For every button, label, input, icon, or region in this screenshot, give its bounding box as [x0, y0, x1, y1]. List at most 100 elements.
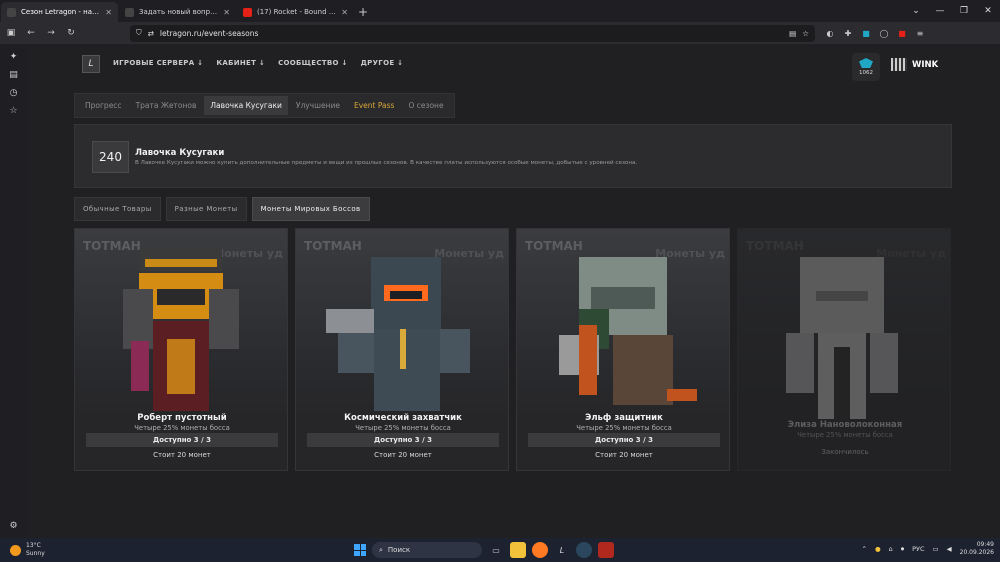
- card-title: Эльф защитник: [585, 413, 663, 423]
- card-bg-text: ТОТМАН: [304, 239, 362, 253]
- card-bg-text: Монеты уд: [213, 247, 283, 260]
- clock[interactable]: 09:49 20.09.2026: [960, 541, 994, 557]
- synced-tabs-icon[interactable]: ▤: [7, 68, 20, 81]
- tab-various-coins[interactable]: Разные Монеты: [165, 197, 247, 221]
- card-title: Космический захватчик: [344, 413, 462, 423]
- letragon-launcher-icon[interactable]: L: [554, 542, 570, 558]
- dota-icon[interactable]: [598, 542, 614, 558]
- weather-desc: Sunny: [26, 550, 45, 557]
- minimize-icon[interactable]: —: [928, 0, 952, 22]
- browser-tab[interactable]: Задать новый вопрос - Letrag ✕: [119, 2, 236, 22]
- clock-time: 09:49: [976, 541, 994, 548]
- account-icon[interactable]: ◯: [877, 26, 891, 40]
- tray-app-icon[interactable]: ●: [875, 545, 881, 553]
- file-explorer-icon[interactable]: [510, 542, 526, 558]
- firefox-icon[interactable]: [532, 542, 548, 558]
- card-bg-text: ТОТМАН: [746, 239, 804, 253]
- network-icon[interactable]: ▭: [932, 545, 938, 553]
- history-icon[interactable]: ◷: [7, 86, 20, 99]
- season-tabs: Прогресс Трата Жетонов Лавочка Кусугаки …: [74, 93, 455, 118]
- shop-card[interactable]: ТОТМАН Монеты уд Эльф защитник Четыре 25…: [516, 228, 730, 471]
- browser-toolbar: ▣ ← → ↻ ⛉ ⇄ letragon.ru/event-seasons ▤ …: [0, 22, 1000, 44]
- tab-world-boss-coins[interactable]: Монеты Мировых Боссов: [251, 197, 370, 221]
- browser-tab[interactable]: Сезон Letragon - награды за э ✕: [1, 2, 118, 22]
- tab-about-season[interactable]: О сезоне: [402, 96, 449, 115]
- token-count: 240: [92, 141, 129, 173]
- browser-tab-title: Сезон Letragon - награды за э: [21, 8, 101, 16]
- extensions-icon[interactable]: ✚: [841, 26, 855, 40]
- card-subtitle: Четыре 25% монеты босса: [576, 424, 672, 432]
- letragon-favicon: [125, 7, 134, 17]
- tab-event-pass[interactable]: Event Pass: [348, 96, 400, 115]
- task-view-icon[interactable]: ▭: [488, 542, 504, 558]
- card-title: Элиза Нановолоконная: [787, 420, 903, 430]
- taskbar-search[interactable]: ⌕ Поиск: [372, 542, 482, 558]
- nav-other[interactable]: ДРУГОЕ ↓: [361, 59, 404, 67]
- coins-badge[interactable]: 1062: [852, 53, 880, 81]
- url-text[interactable]: letragon.ru/event-seasons: [160, 29, 783, 38]
- shield-icon[interactable]: ⛉: [136, 28, 142, 38]
- browser-tab[interactable]: (17) Rocket - Bound Thug ( ✕: [237, 2, 354, 22]
- card-price: Стоит 20 монет: [153, 451, 211, 459]
- close-icon[interactable]: ✕: [105, 8, 112, 17]
- character-skin-image: ТОТМАН Монеты уд: [75, 229, 287, 419]
- letragon-favicon: [7, 7, 16, 17]
- weather-widget[interactable]: 13°C Sunny: [10, 542, 45, 558]
- bookmark-star-icon[interactable]: ☆: [802, 29, 809, 38]
- user-menu[interactable]: WINK: [891, 58, 938, 71]
- tab-list-chevron-icon[interactable]: ⌄: [904, 0, 928, 22]
- tab-progress[interactable]: Прогресс: [79, 96, 128, 115]
- back-arrow-icon[interactable]: ←: [22, 24, 40, 42]
- browser-tab-title: Задать новый вопрос - Letrag: [139, 8, 219, 16]
- card-title: Роберт пустотный: [137, 413, 227, 423]
- microphone-icon[interactable]: ⏺: [901, 545, 904, 554]
- character-skin-image: ТОТМАН Монеты уд: [738, 229, 950, 419]
- tab-kusugaki-shop[interactable]: Лавочка Кусугаки: [204, 96, 288, 115]
- tab-regular-items[interactable]: Обычные Товары: [74, 197, 161, 221]
- card-price: Стоит 20 монет: [374, 451, 432, 459]
- tab-upgrade[interactable]: Улучшение: [290, 96, 346, 115]
- site-settings-icon[interactable]: ⇄: [148, 29, 154, 38]
- pocket-icon[interactable]: ◐: [823, 26, 837, 40]
- menu-icon[interactable]: ≡: [913, 26, 927, 40]
- forward-arrow-icon[interactable]: →: [42, 24, 60, 42]
- site-logo[interactable]: L: [82, 55, 100, 73]
- youtube-favicon: [243, 7, 252, 17]
- address-bar[interactable]: ⛉ ⇄ letragon.ru/event-seasons ▤ ☆: [130, 24, 815, 42]
- reload-icon[interactable]: ↻: [62, 24, 80, 42]
- card-subtitle: Четыре 25% монеты босса: [355, 424, 451, 432]
- tab-token-spending[interactable]: Трата Жетонов: [130, 96, 203, 115]
- browser-sidebar: ✦ ▤ ◷ ☆ ⚙: [0, 44, 27, 538]
- nav-community[interactable]: СООБЩЕСТВО ↓: [278, 59, 348, 67]
- bookmarks-icon[interactable]: ☆: [7, 104, 20, 117]
- ai-chat-icon[interactable]: ✦: [7, 50, 20, 63]
- close-icon[interactable]: ✕: [223, 8, 230, 17]
- shop-card[interactable]: ТОТМАН Монеты уд Космический захватчик Ч…: [295, 228, 509, 471]
- extension-icon[interactable]: ■: [859, 26, 873, 40]
- shop-card[interactable]: ТОТМАН Монеты уд Роберт пустотный Четыре…: [74, 228, 288, 471]
- taskbar-apps: ⌕ Поиск ▭ L: [354, 542, 614, 558]
- tray-chevron-icon[interactable]: ⌃: [862, 545, 867, 553]
- browser-tab-title: (17) Rocket - Bound Thug (: [257, 8, 336, 16]
- card-bg-text: Монеты уд: [876, 247, 946, 260]
- settings-gear-icon[interactable]: ⚙: [7, 519, 20, 532]
- input-language[interactable]: РУС: [912, 545, 924, 553]
- youtube-extension-icon[interactable]: ■: [895, 26, 909, 40]
- reader-mode-icon[interactable]: ▤: [789, 29, 796, 38]
- steam-icon[interactable]: [576, 542, 592, 558]
- nav-cabinet[interactable]: КАБИНЕТ ↓: [216, 59, 265, 67]
- maximize-icon[interactable]: ❐: [952, 0, 976, 22]
- character-skin-image: ТОТМАН Монеты уд: [296, 229, 508, 419]
- close-icon[interactable]: ✕: [341, 8, 348, 17]
- sidebar-toggle-icon[interactable]: ▣: [2, 24, 20, 42]
- windows-start-icon[interactable]: [354, 544, 366, 556]
- page-content: L ИГРОВЫЕ СЕРВЕРА ↓ КАБИНЕТ ↓ СООБЩЕСТВО…: [27, 44, 1000, 538]
- weather-temp: 13°C: [26, 542, 41, 549]
- close-window-icon[interactable]: ✕: [976, 0, 1000, 22]
- new-tab-button[interactable]: +: [354, 2, 372, 22]
- card-bg-text: ТОТМАН: [525, 239, 583, 253]
- shop-title: Лавочка Кусугаки: [135, 148, 225, 158]
- volume-icon[interactable]: ◀: [947, 545, 952, 553]
- nav-game-servers[interactable]: ИГРОВЫЕ СЕРВЕРА ↓: [113, 59, 203, 67]
- tray-extension-icon[interactable]: ⌂: [889, 545, 893, 553]
